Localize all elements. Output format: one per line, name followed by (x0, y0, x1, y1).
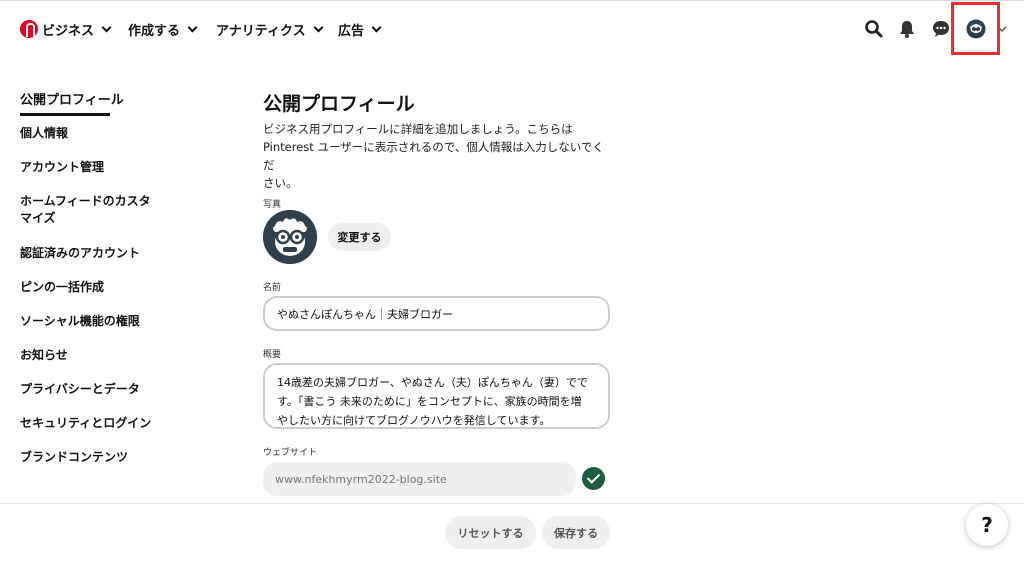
website-input: www.nfekhmyrm2022-blog.site (263, 462, 576, 496)
search-icon[interactable] (864, 19, 884, 39)
sidebar-item-claimed-accounts[interactable]: 認証済みのアカウント (20, 245, 140, 262)
chevron-down-icon (313, 22, 324, 33)
nav-ads[interactable]: 広告 (338, 20, 382, 39)
sidebar-item-notifications[interactable]: お知らせ (20, 347, 68, 364)
change-photo-button[interactable]: 変更する (328, 223, 391, 251)
about-line-2: す。「書こう 未来のために」をコンセプトに、家族の時間を増 (277, 395, 582, 408)
sidebar-item-home-feed-customize[interactable]: ホームフィードのカスタ (20, 193, 151, 210)
chevron-down-icon (371, 22, 382, 33)
about-line-1: 14歳差の夫婦ブロガー、やぬさん（夫）ぽんちゃん（妻）でで (277, 376, 588, 389)
website-label: ウェブサイト (263, 448, 318, 458)
intro-text: ビジネス用プロフィールに詳細を追加しましょう。こちらは Pinterest ユー… (263, 120, 613, 192)
sidebar-item-social-permissions[interactable]: ソーシャル機能の権限 (20, 313, 140, 330)
chat-icon[interactable] (931, 19, 951, 39)
intro-line-3: さい。 (263, 176, 298, 190)
sidebar-item-branded-content[interactable]: ブランドコンテンツ (20, 449, 128, 466)
nav-business[interactable]: ビジネス (42, 20, 112, 39)
nav-create[interactable]: 作成する (128, 20, 198, 39)
nav-create-label: 作成する (128, 24, 181, 39)
bell-icon[interactable] (897, 19, 917, 39)
name-input[interactable]: やぬさんぽんちゃん｜夫婦ブロガー (263, 296, 610, 331)
nav-analytics[interactable]: アナリティクス (216, 20, 324, 39)
nav-analytics-label: アナリティクス (216, 24, 306, 39)
about-textarea[interactable]: 14歳差の夫婦ブロガー、やぬさん（夫）ぽんちゃん（妻）でで す。「書こう 未来の… (263, 363, 610, 429)
photo-label: 写真 (263, 200, 282, 210)
nav-business-label: ビジネス (42, 24, 95, 39)
chevron-down-icon (187, 22, 198, 33)
help-button[interactable]: ? (966, 504, 1008, 546)
name-input-value: やぬさんぽんちゃん｜夫婦ブロガー (277, 307, 453, 321)
about-label: 概要 (263, 350, 282, 360)
name-label: 名前 (263, 283, 282, 293)
sidebar-item-security-login[interactable]: セキュリティとログイン (20, 415, 151, 432)
about-line-3: やしたい方に向けてブログノウハウを発信しています。 (277, 414, 551, 427)
save-button[interactable]: 保存する (542, 516, 610, 549)
avatar-illustration-icon (263, 210, 317, 264)
profile-avatar (263, 210, 317, 264)
verified-check-icon (582, 467, 605, 490)
sidebar-item-bulk-create-pins[interactable]: ピンの一括作成 (20, 279, 104, 296)
sidebar-item-public-profile[interactable]: 公開プロフィール (20, 92, 124, 109)
sidebar-item-personal-info[interactable]: 個人情報 (20, 125, 68, 142)
reset-button[interactable]: リセットする (445, 516, 536, 549)
sidebar-item-privacy-data[interactable]: プライバシーとデータ (20, 381, 140, 398)
website-input-value: www.nfekhmyrm2022-blog.site (275, 472, 447, 486)
page-title: 公開プロフィール (263, 93, 415, 115)
top-bar: ビジネス 作成する アナリティクス 広告 (0, 0, 1024, 58)
sidebar-item-account-management[interactable]: アカウント管理 (20, 159, 104, 176)
pinterest-logo-icon[interactable] (20, 20, 38, 38)
chevron-down-icon (101, 22, 112, 33)
intro-line-1: ビジネス用プロフィールに詳細を追加しましょう。こちらは (263, 122, 573, 136)
nav-ads-label: 広告 (338, 24, 365, 39)
active-tab-indicator (20, 113, 110, 116)
sidebar-item-home-feed-customize-line2[interactable]: マイズ (20, 210, 56, 227)
intro-line-2: Pinterest ユーザーに表示されるので、個人情報は入力しないでくだ (263, 140, 604, 172)
highlight-box (951, 2, 1000, 55)
